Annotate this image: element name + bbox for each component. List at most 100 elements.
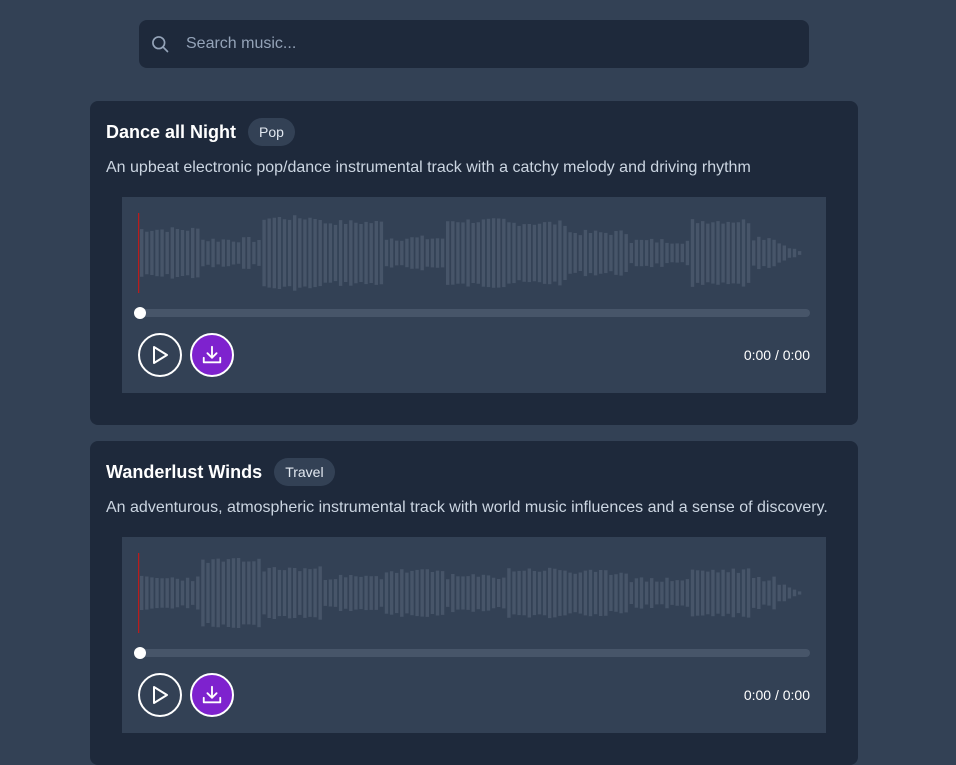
waveform-bar <box>277 569 282 617</box>
download-button[interactable] <box>190 673 234 717</box>
waveform-bar <box>772 239 776 267</box>
progress-thumb[interactable] <box>134 307 146 319</box>
waveform-bar <box>456 222 460 284</box>
track-title: Dance all Night <box>106 121 237 142</box>
waveform-bar <box>308 569 312 617</box>
waveform-bar <box>639 239 644 267</box>
waveform-bar <box>660 581 664 605</box>
waveform-bar <box>333 224 338 282</box>
waveform-bar <box>262 219 266 287</box>
waveform-bar <box>451 221 455 285</box>
waveform-bar <box>644 240 649 266</box>
waveform-bar <box>206 241 210 265</box>
waveform-bar <box>267 218 271 288</box>
waveform-bar <box>267 567 271 618</box>
waveform-bar <box>777 584 781 602</box>
waveform-bar <box>746 223 751 283</box>
waveform-bar <box>675 243 679 263</box>
waveform-bar <box>604 570 608 616</box>
waveform-bar <box>272 217 276 289</box>
waveform-bar <box>583 570 588 616</box>
waveform-bar <box>593 571 598 615</box>
waveform-bar <box>675 580 679 606</box>
waveform-bar <box>231 241 236 265</box>
waveform-bar <box>792 589 797 597</box>
waveform-bar <box>191 581 195 605</box>
waveform-bar <box>313 568 317 618</box>
progress-thumb[interactable] <box>134 647 146 659</box>
waveform-bar <box>486 575 491 611</box>
waveform-bar <box>593 230 598 276</box>
waveform-bar <box>670 243 674 263</box>
waveform-bar <box>568 232 572 274</box>
waveform-bar <box>236 558 241 628</box>
waveform-bar <box>752 240 756 266</box>
waveform-bar <box>685 240 690 266</box>
download-button[interactable] <box>190 333 234 377</box>
waveform-bar <box>792 248 797 258</box>
waveform-bar <box>226 559 231 627</box>
waveform-bar <box>553 224 557 282</box>
waveform-bar <box>277 217 282 289</box>
waveform-bar <box>558 220 562 286</box>
waveform-bar <box>706 571 710 615</box>
download-icon <box>202 685 222 704</box>
waveform-bar <box>553 568 557 618</box>
waveform-bar <box>466 219 470 287</box>
waveform-bar <box>338 574 343 611</box>
search-input[interactable] <box>186 20 796 68</box>
track-title: Wanderlust Winds <box>106 461 263 482</box>
waveform-bar <box>384 572 389 614</box>
waveform-bar <box>685 579 690 607</box>
waveform-bar <box>272 567 276 619</box>
waveform-bar <box>180 580 185 606</box>
waveform-bar <box>323 223 327 283</box>
play-button[interactable] <box>138 673 182 717</box>
waveform-bar <box>359 224 363 282</box>
waveform-bar <box>359 576 363 610</box>
waveform-bar <box>578 235 582 271</box>
waveform-bar <box>226 239 231 267</box>
waveform-bar <box>175 578 180 608</box>
waveform-bar <box>303 219 307 287</box>
waveform[interactable] <box>138 553 810 633</box>
waveform-bar <box>303 568 307 618</box>
waveform-bar <box>767 238 771 268</box>
waveform-bar <box>624 573 628 613</box>
waveform-bar <box>476 222 480 284</box>
waveform-bar <box>741 219 746 287</box>
waveform-bar <box>762 239 766 267</box>
waveform-bar <box>282 219 287 287</box>
waveform-bar <box>379 579 384 607</box>
waveform-bar <box>481 574 486 612</box>
waveform-bar <box>762 581 766 605</box>
waveform-bar <box>782 584 786 602</box>
waveform-bar <box>247 237 251 269</box>
waveform-bar <box>389 238 394 268</box>
waveform-bar <box>736 572 741 614</box>
waveform-bar <box>405 238 409 268</box>
waveform-bar <box>191 227 195 279</box>
waveform-bar <box>160 229 164 277</box>
waveform-bar <box>619 572 623 614</box>
waveform-bar <box>242 237 246 269</box>
waveform-bar <box>706 223 710 283</box>
waveform-bar <box>415 569 419 617</box>
waveform[interactable] <box>138 213 810 293</box>
waveform-bar <box>369 576 373 610</box>
search-bar[interactable] <box>139 20 809 68</box>
progress-bar[interactable] <box>134 647 810 659</box>
genre-tag[interactable]: Travel <box>274 458 335 486</box>
genre-tag[interactable]: Pop <box>248 118 295 146</box>
waveform-bar <box>701 221 705 285</box>
waveform-bar <box>318 566 322 620</box>
progress-bar[interactable] <box>134 307 810 319</box>
waveform-bar <box>502 218 506 288</box>
waveform-bar <box>308 217 312 289</box>
waveform-bar <box>333 579 338 607</box>
waveform-bar <box>155 578 159 609</box>
waveform-bar <box>588 569 593 617</box>
waveform-bar <box>721 223 725 283</box>
waveform-bar <box>736 222 741 284</box>
play-button[interactable] <box>138 333 182 377</box>
